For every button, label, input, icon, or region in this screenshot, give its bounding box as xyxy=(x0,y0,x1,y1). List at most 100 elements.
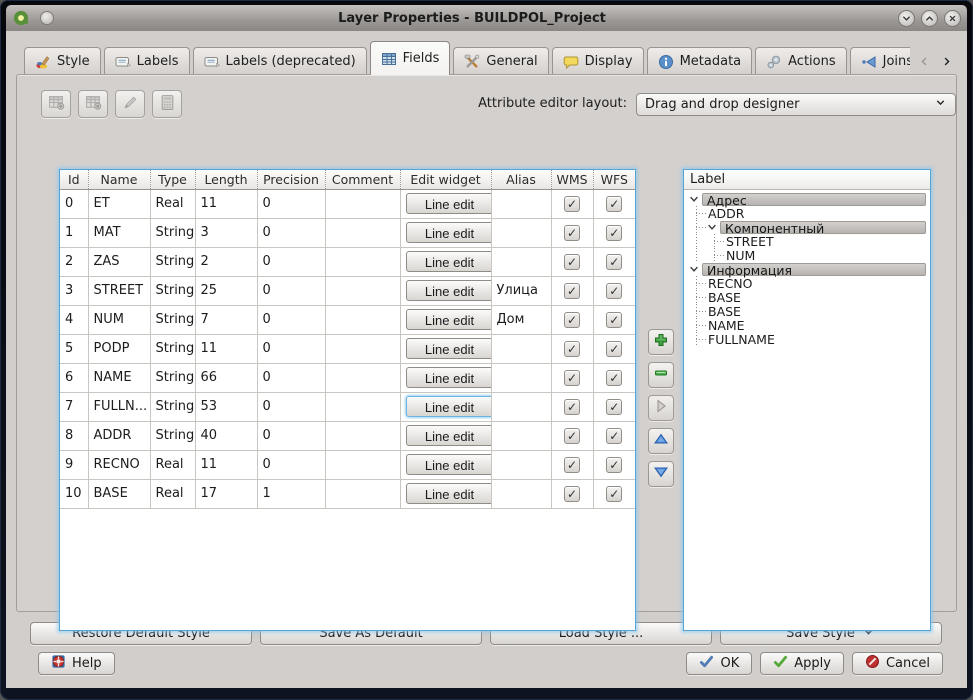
tab-labels-deprecated[interactable]: Labels (deprecated) xyxy=(193,47,367,75)
cell-type[interactable]: String xyxy=(150,421,195,450)
cell-precision[interactable]: 0 xyxy=(257,450,325,479)
cell-comment[interactable] xyxy=(325,247,400,276)
cell-type[interactable]: String xyxy=(150,363,195,392)
column-header-wfs[interactable]: WFS xyxy=(593,170,635,189)
cell-id[interactable]: 10 xyxy=(60,479,88,508)
cell-length[interactable]: 66 xyxy=(195,363,257,392)
cell-alias[interactable] xyxy=(491,189,551,218)
tab-metadata[interactable]: Metadata xyxy=(647,47,753,75)
cell-id[interactable]: 5 xyxy=(60,334,88,363)
tree-item-street[interactable]: STREET xyxy=(688,234,928,248)
window-sticky-button[interactable] xyxy=(40,11,54,25)
minimize-button[interactable] xyxy=(898,10,915,27)
line-edit-button[interactable]: Line edit xyxy=(406,338,492,359)
cell-type[interactable]: String xyxy=(150,334,195,363)
line-edit-button[interactable]: Line edit xyxy=(406,222,492,243)
tree-item-recno[interactable]: RECNO xyxy=(688,276,928,290)
wfs-checkbox[interactable]: ✓ xyxy=(606,283,622,299)
cell-precision[interactable]: 0 xyxy=(257,189,325,218)
help-button[interactable]: Help xyxy=(38,652,115,675)
cell-name[interactable]: BASE xyxy=(88,479,150,508)
cell-type[interactable]: String xyxy=(150,392,195,421)
cell-length[interactable]: 40 xyxy=(195,421,257,450)
maximize-button[interactable] xyxy=(921,10,938,27)
cell-alias[interactable] xyxy=(491,218,551,247)
wfs-checkbox[interactable]: ✓ xyxy=(606,428,622,444)
cell-comment[interactable] xyxy=(325,363,400,392)
cell-precision[interactable]: 1 xyxy=(257,479,325,508)
cell-precision[interactable]: 0 xyxy=(257,334,325,363)
column-header-precision[interactable]: Precision xyxy=(257,170,325,189)
wms-checkbox[interactable]: ✓ xyxy=(564,399,580,415)
cell-name[interactable]: STREET xyxy=(88,276,150,305)
cell-alias[interactable] xyxy=(491,479,551,508)
tree-group-адрес[interactable]: Адрес xyxy=(688,192,928,206)
move-up-button[interactable] xyxy=(648,428,674,454)
cell-name[interactable]: NUM xyxy=(88,305,150,334)
cell-alias[interactable]: Дом xyxy=(491,305,551,334)
field-calculator-button[interactable] xyxy=(152,90,182,118)
move-down-button[interactable] xyxy=(648,461,674,487)
column-header-length[interactable]: Length xyxy=(195,170,257,189)
cell-alias[interactable] xyxy=(491,450,551,479)
line-edit-button[interactable]: Line edit xyxy=(406,483,492,504)
cell-precision[interactable]: 0 xyxy=(257,276,325,305)
wfs-checkbox[interactable]: ✓ xyxy=(606,370,622,386)
line-edit-button[interactable]: Line edit xyxy=(406,425,492,446)
cell-comment[interactable] xyxy=(325,334,400,363)
wfs-checkbox[interactable]: ✓ xyxy=(606,341,622,357)
tab-fields[interactable]: Fields xyxy=(370,41,451,75)
cell-precision[interactable]: 0 xyxy=(257,392,325,421)
tree-item-name[interactable]: NAME xyxy=(688,318,928,332)
cell-name[interactable]: ET xyxy=(88,189,150,218)
cell-length[interactable]: 11 xyxy=(195,189,257,218)
attribute-editor-layout-select[interactable]: Drag and drop designer xyxy=(636,93,956,116)
wms-checkbox[interactable]: ✓ xyxy=(564,370,580,386)
cell-comment[interactable] xyxy=(325,450,400,479)
cell-precision[interactable]: 0 xyxy=(257,247,325,276)
cell-name[interactable]: PODP xyxy=(88,334,150,363)
tree-item-num[interactable]: NUM xyxy=(688,248,928,262)
wfs-checkbox[interactable]: ✓ xyxy=(606,312,622,328)
cell-name[interactable]: FULLN... xyxy=(88,392,150,421)
cell-length[interactable]: 11 xyxy=(195,334,257,363)
cell-alias[interactable] xyxy=(491,392,551,421)
toggle-editing-button[interactable] xyxy=(115,90,145,118)
cell-length[interactable]: 25 xyxy=(195,276,257,305)
cell-length[interactable]: 2 xyxy=(195,247,257,276)
cell-type[interactable]: Real xyxy=(150,450,195,479)
column-header-alias[interactable]: Alias xyxy=(491,170,551,189)
wms-checkbox[interactable]: ✓ xyxy=(564,486,580,502)
tree-item-addr[interactable]: ADDR xyxy=(688,206,928,220)
cell-name[interactable]: RECNO xyxy=(88,450,150,479)
wms-checkbox[interactable]: ✓ xyxy=(564,225,580,241)
cell-id[interactable]: 9 xyxy=(60,450,88,479)
cancel-button[interactable]: Cancel xyxy=(852,652,943,675)
move-into-button[interactable] xyxy=(648,395,674,421)
column-header-edit-widget[interactable]: Edit widget xyxy=(400,170,491,189)
column-header-name[interactable]: Name xyxy=(88,170,150,189)
tab-actions[interactable]: Actions xyxy=(755,47,847,75)
apply-button[interactable]: Apply xyxy=(760,652,844,675)
wfs-checkbox[interactable]: ✓ xyxy=(606,486,622,502)
line-edit-button[interactable]: Line edit xyxy=(406,367,492,388)
tab-general[interactable]: General xyxy=(453,47,548,75)
cell-name[interactable]: NAME xyxy=(88,363,150,392)
cell-comment[interactable] xyxy=(325,479,400,508)
tree-item-fullname[interactable]: FULLNAME xyxy=(688,332,928,346)
line-edit-button[interactable]: Line edit xyxy=(406,454,492,475)
cell-precision[interactable]: 0 xyxy=(257,305,325,334)
cell-type[interactable]: String xyxy=(150,276,195,305)
column-header-wms[interactable]: WMS xyxy=(551,170,593,189)
wfs-checkbox[interactable]: ✓ xyxy=(606,225,622,241)
wfs-checkbox[interactable]: ✓ xyxy=(606,254,622,270)
cell-type[interactable]: Real xyxy=(150,189,195,218)
tab-joins[interactable]: Joins xyxy=(850,47,910,75)
remove-item-button[interactable] xyxy=(648,362,674,388)
cell-comment[interactable] xyxy=(325,189,400,218)
ok-button[interactable]: OK xyxy=(686,652,752,675)
line-edit-button[interactable]: Line edit xyxy=(406,396,492,417)
cell-name[interactable]: MAT xyxy=(88,218,150,247)
tab-display[interactable]: Display xyxy=(552,47,644,75)
wms-checkbox[interactable]: ✓ xyxy=(564,196,580,212)
